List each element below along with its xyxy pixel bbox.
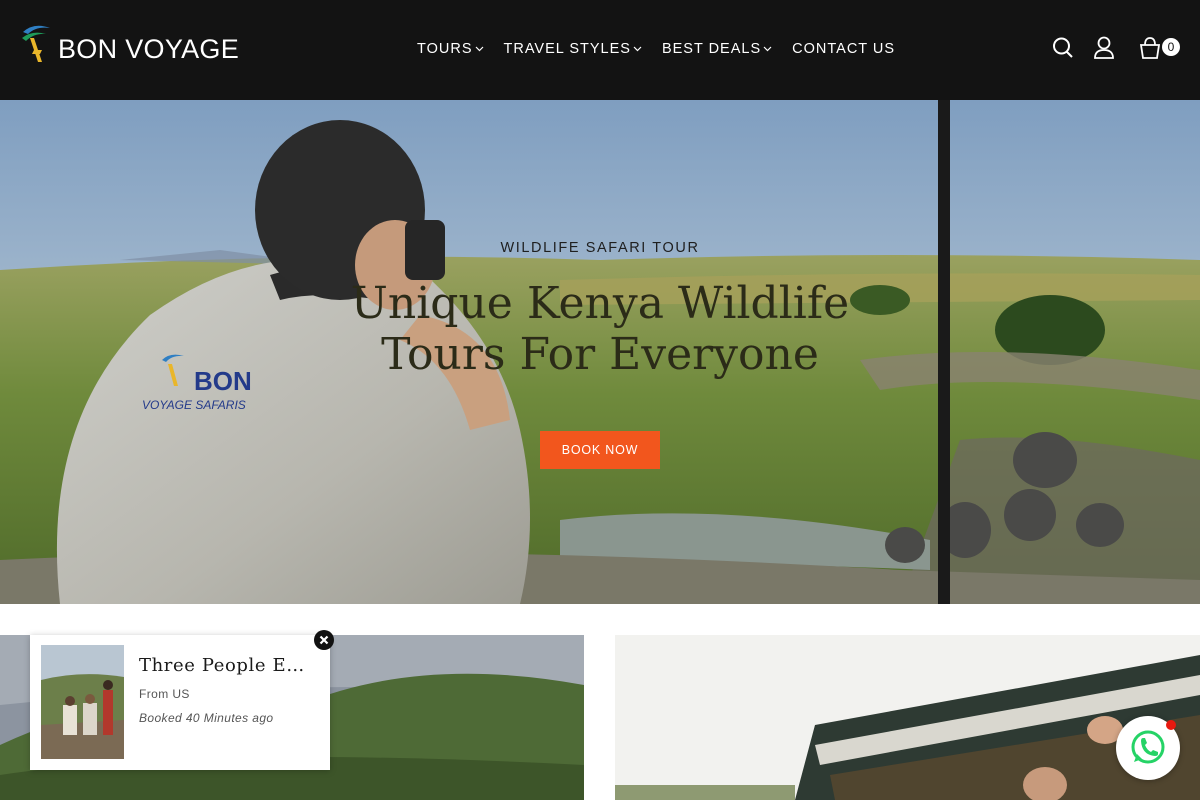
notification-dot — [1166, 720, 1176, 730]
safari-vehicle-image — [615, 635, 1200, 800]
cart-icon[interactable] — [1138, 36, 1162, 60]
chevron-down-icon — [475, 46, 483, 52]
gallery-image-right[interactable] — [615, 635, 1200, 800]
logo[interactable]: BON VOYAGE — [20, 20, 245, 70]
hero-banner: BON VOYAGE SAFARIS WILDLIFE SAFARI TOUR … — [0, 100, 1200, 604]
main-nav: TOURS TRAVEL STYLES BEST DEALS CONTACT U… — [417, 41, 895, 57]
chevron-down-icon — [633, 46, 642, 52]
nav-item-label: CONTACT US — [792, 41, 896, 57]
user-icon[interactable] — [1093, 36, 1115, 60]
site-header: BON VOYAGE TOURS TRAVEL STYLES BEST DEAL… — [0, 0, 1200, 100]
nav-item-label: BEST DEALS — [661, 41, 762, 57]
logo-text: BON VOYAGE — [58, 34, 240, 64]
nav-item-contact-us[interactable]: CONTACT US — [792, 41, 895, 57]
search-icon[interactable] — [1052, 36, 1074, 60]
hero-title: Unique Kenya Wildlife Tours For Everyone — [350, 278, 850, 380]
nav-item-label: TRAVEL STYLES — [503, 41, 631, 57]
close-icon[interactable] — [314, 630, 334, 650]
thumbnail-image — [41, 645, 124, 759]
logo-mark-icon — [22, 25, 50, 62]
notification-title: Three People Enjoying — [139, 655, 309, 676]
nav-item-tours[interactable]: TOURS — [417, 41, 484, 57]
hero-subtitle: WILDLIFE SAFARI TOUR — [500, 240, 700, 256]
shirt-logo: BON VOYAGE SAFARIS — [140, 350, 280, 420]
nav-item-travel-styles[interactable]: TRAVEL STYLES — [504, 41, 642, 57]
chevron-down-icon — [763, 46, 772, 52]
notification-origin: From US — [139, 687, 190, 701]
notification-thumbnail — [41, 645, 124, 759]
shirt-logo-line2: VOYAGE SAFARIS — [142, 398, 246, 412]
shirt-logo-line1: BON — [194, 366, 252, 396]
notification-time: Booked 40 Minutes ago — [139, 711, 274, 725]
nav-item-label: TOURS — [417, 41, 473, 57]
logo-mark-icon — [162, 354, 184, 386]
nav-item-best-deals[interactable]: BEST DEALS — [662, 41, 772, 57]
booking-notification[interactable]: Three People Enjoying From US Booked 40 … — [30, 635, 330, 770]
cart-count-badge: 0 — [1162, 38, 1180, 56]
book-now-button[interactable]: BOOK NOW — [540, 431, 660, 469]
